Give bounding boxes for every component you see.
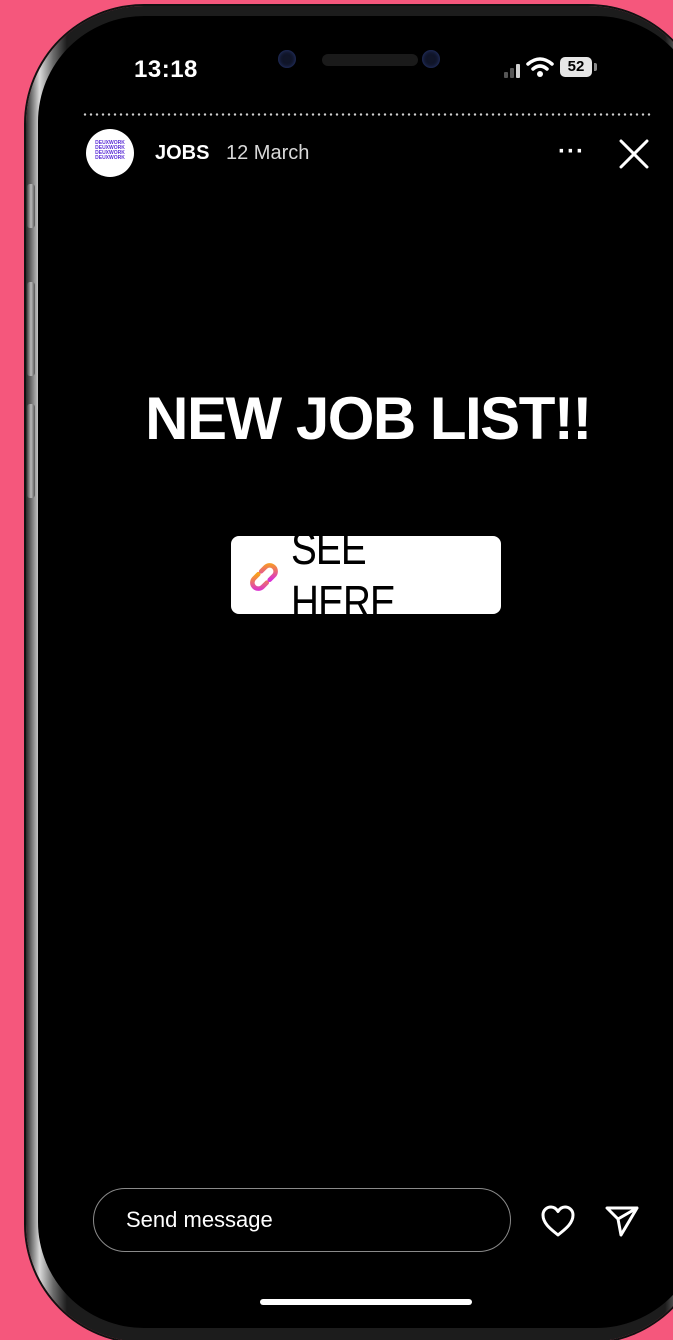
story-progress-bar	[82, 113, 652, 116]
wifi-icon	[526, 57, 554, 77]
side-button-volume-down	[27, 404, 35, 498]
signal-icon	[504, 64, 520, 78]
speaker-grille	[322, 54, 418, 66]
camera-right-icon	[422, 50, 440, 68]
story-date: 12 March	[226, 142, 310, 164]
heart-icon[interactable]	[540, 1204, 576, 1238]
phone-screen	[38, 16, 673, 1328]
link-icon	[250, 563, 278, 591]
send-icon[interactable]	[604, 1204, 640, 1238]
status-time: 13:18	[134, 56, 198, 83]
home-indicator[interactable]	[260, 1299, 472, 1305]
more-options-icon[interactable]: ···	[558, 138, 585, 166]
link-sticker-label: SEE HERE	[291, 522, 396, 628]
page-background: 13:18 52 DEUXWORK DEUXWORK DEUXWORK DEUX…	[0, 0, 673, 1340]
camera-left-icon	[278, 50, 296, 68]
story-headline: NEW JOB LIST!!	[145, 385, 592, 452]
battery-icon: 52	[560, 57, 592, 77]
battery-nub	[594, 63, 597, 71]
send-message-input[interactable]	[93, 1188, 511, 1252]
close-icon[interactable]	[618, 138, 650, 170]
side-button-volume-up	[27, 282, 35, 376]
link-sticker[interactable]: SEE HERE	[231, 522, 501, 628]
side-button-action	[27, 184, 35, 228]
dynamic-island	[256, 28, 518, 92]
avatar[interactable]: DEUXWORK DEUXWORK DEUXWORK DEUXWORK	[86, 129, 134, 177]
avatar-logo-line: DEUXWORK	[95, 155, 125, 161]
story-username[interactable]: JOBS	[155, 142, 209, 165]
